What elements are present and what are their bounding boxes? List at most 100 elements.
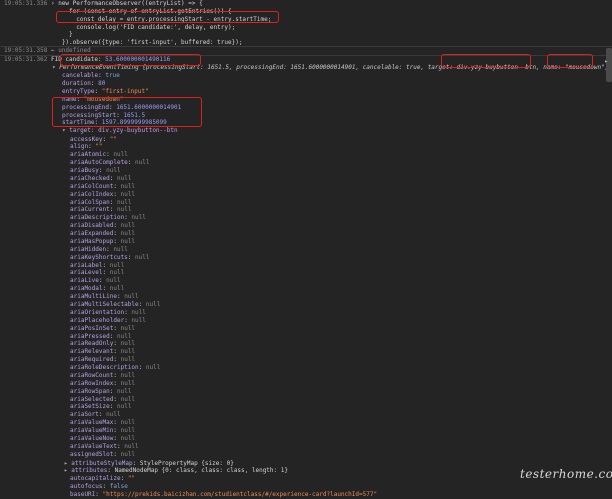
watermark-logo: testerhome.com xyxy=(520,467,612,481)
property-value: "first-input" xyxy=(101,87,149,95)
property-key: ariaColIndex xyxy=(70,190,114,198)
property-key: ariaModal xyxy=(70,285,103,293)
property-key: ariaColCount xyxy=(70,182,114,190)
property-key: ariaRelevant xyxy=(70,348,114,356)
property-key: ariaLive xyxy=(70,277,99,285)
property-key: ariaMultiLine xyxy=(70,293,117,301)
property-key: duration xyxy=(62,79,91,87)
property-value: 80 xyxy=(98,79,106,87)
target-subproperty: ariaColCount: null xyxy=(70,183,612,191)
target-subproperty: ariaAutoComplete: null xyxy=(70,159,612,167)
property-value: null xyxy=(120,356,136,364)
property-key: ariaColSpan xyxy=(70,198,110,206)
colon: : xyxy=(109,198,117,206)
target-subproperty: ariaModal: null xyxy=(70,285,612,293)
target-subproperty: ariaColSpan: null xyxy=(70,199,612,207)
target-subproperty: ariaBusy: null xyxy=(70,167,612,175)
target-subproperty: ariaReadOnly: null xyxy=(70,340,612,348)
property-value: null xyxy=(120,324,136,332)
property-value: null xyxy=(120,340,136,348)
property-key: ariaKeyShortcuts xyxy=(70,253,128,261)
target-subproperty: ariaDescription: null xyxy=(70,214,612,222)
colon: : xyxy=(113,237,121,245)
target-subproperty: ariaValueMax: null xyxy=(70,419,612,427)
colon: : xyxy=(109,387,117,395)
property-key[interactable]: attributes xyxy=(71,467,107,474)
property-value: true xyxy=(105,72,120,79)
property-key: ariaChecked xyxy=(70,174,110,182)
console-input-line: 19:05:31.336 › new PerformanceObserver((… xyxy=(4,0,612,8)
timestamp xyxy=(4,31,55,38)
colon: : xyxy=(113,450,121,458)
property-key: entryType xyxy=(62,87,95,95)
colon: : xyxy=(113,356,121,364)
target-subproperty: ariaAtomic: null xyxy=(70,151,612,159)
property-value: null xyxy=(120,371,136,379)
property-key: ariaCurrent xyxy=(70,206,110,214)
property-key: ariaHidden xyxy=(70,245,107,253)
target-subproperty: ariaMultiLine: null xyxy=(70,293,612,301)
property-key: ariaBusy xyxy=(70,167,99,175)
target-subproperty: ariaExpanded: null xyxy=(70,230,612,238)
colon: : xyxy=(113,371,121,379)
target-subproperty: assignedSlot: null xyxy=(70,451,612,459)
code-text: new PerformanceObserver((entryList) => { xyxy=(58,0,203,7)
property-value: "" xyxy=(95,143,103,151)
property-value: null xyxy=(131,316,146,324)
target-subproperty: ariaSetSize: null xyxy=(70,403,612,411)
target-subproperty: ariaSelected: null xyxy=(70,396,612,404)
colon: : xyxy=(127,159,136,167)
property-key: ariaPressed xyxy=(70,332,110,340)
property-value: null xyxy=(106,411,121,419)
timestamp xyxy=(4,16,55,23)
property-value: null xyxy=(120,434,136,442)
property-key: ariaDisabled xyxy=(70,222,114,230)
property-key: ariaLabel xyxy=(70,261,103,269)
property-key: ariaRowSpan xyxy=(70,387,110,395)
property-value: "" xyxy=(127,475,136,483)
target-subproperty: align: "" xyxy=(70,143,612,151)
console-input-line: } xyxy=(4,31,612,39)
target-subproperty: ariaHasPopup: null xyxy=(70,238,612,246)
colon: : xyxy=(95,491,103,499)
property-key: ariaAtomic xyxy=(70,151,107,159)
property-key: ariaReadOnly xyxy=(70,340,114,348)
property-key: ariaPlaceholder xyxy=(70,316,125,324)
colon: : xyxy=(113,419,121,427)
target-subproperty: ariaLive: null xyxy=(70,277,612,285)
timestamp: 19:05:31.362 xyxy=(4,56,51,63)
property-value: "" xyxy=(109,135,117,143)
property-value: null xyxy=(113,151,128,159)
colon: : xyxy=(109,403,117,411)
timestamp: 19:05:31.336 xyxy=(4,0,51,7)
prompt-indent xyxy=(55,24,62,31)
property-value: null xyxy=(120,348,136,356)
property-key: baseURI xyxy=(70,491,96,499)
colon: : xyxy=(113,379,121,387)
property-value: null xyxy=(116,387,132,395)
target-subproperty: ariaOrientation: null xyxy=(70,309,612,317)
colon: : xyxy=(127,253,136,261)
colon: : xyxy=(132,459,140,467)
property-value: null xyxy=(124,293,139,301)
colon: : xyxy=(102,285,110,293)
property-value: null xyxy=(109,285,125,293)
highlight-timing-props xyxy=(52,97,202,127)
target-subproperty: ariaPlaceholder: null xyxy=(70,317,612,325)
colon: : xyxy=(94,87,102,95)
property-value: null xyxy=(135,159,150,167)
property-key[interactable]: attributeStyleMap xyxy=(71,460,132,467)
code-text: } xyxy=(61,31,73,38)
code-text: }).observe({type: 'first-input', buffere… xyxy=(61,39,243,46)
target-label[interactable]: target: div.yzy-buybutton--btn xyxy=(69,127,177,134)
property-value: NamedNodeMap {0: class, class: class, le… xyxy=(114,467,288,475)
target-subproperty: ariaLevel: null xyxy=(70,269,612,277)
target-subproperty: ariaValueNow: null xyxy=(70,435,612,443)
target-subproperty: baseURI: "https://prekids.baicizhan.com/… xyxy=(70,491,612,499)
property-key: ariaRequired xyxy=(70,356,114,364)
property-value: null xyxy=(120,237,136,245)
property-value: null xyxy=(131,214,146,222)
entry-property: duration: 80 xyxy=(62,80,612,88)
colon: : xyxy=(113,222,121,230)
property-value: null xyxy=(109,261,125,269)
